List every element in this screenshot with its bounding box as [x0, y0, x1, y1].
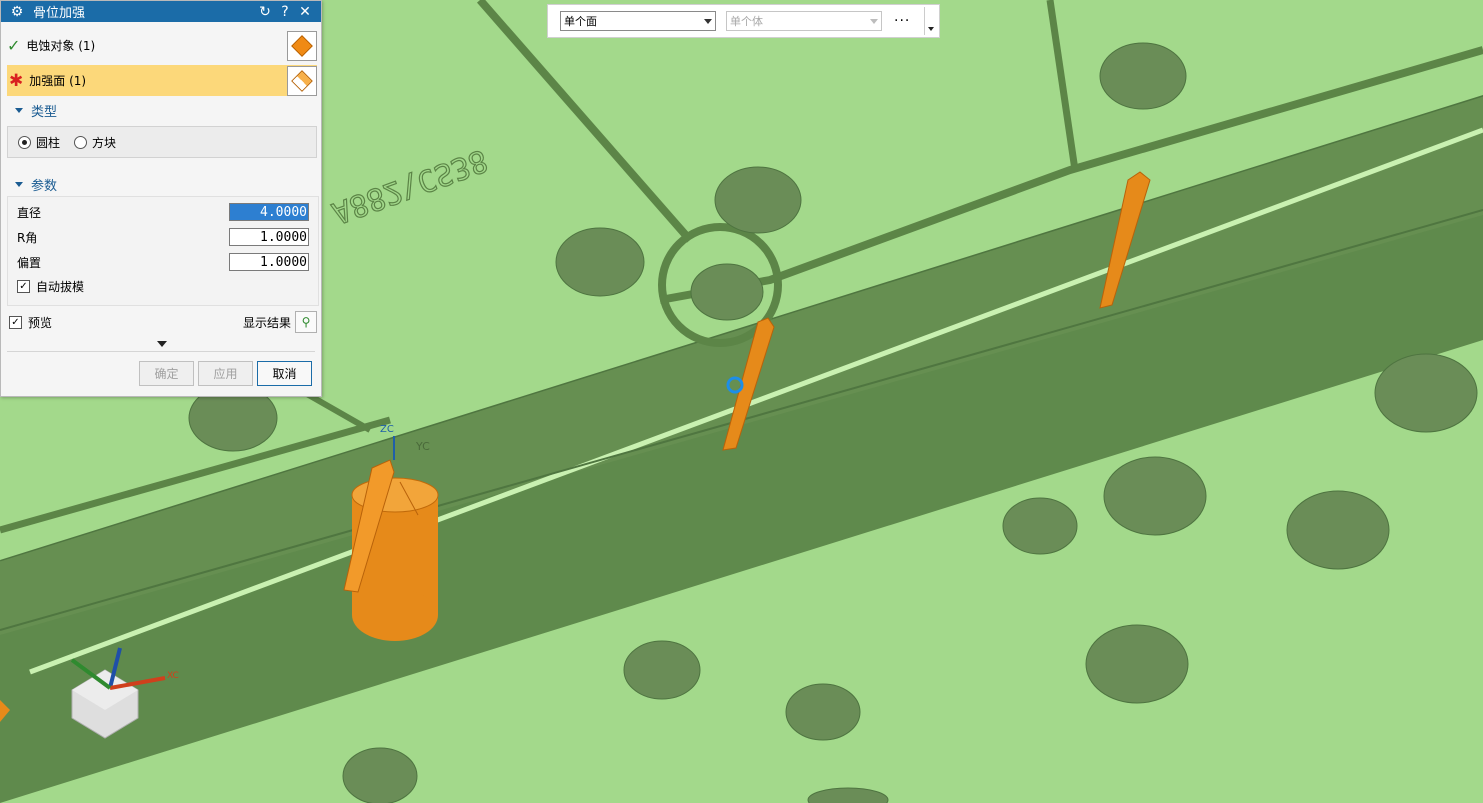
type-section-header[interactable]: 类型	[7, 101, 317, 120]
toolbar-overflow-icon[interactable]	[928, 27, 935, 31]
type-block-radio[interactable]: 方块	[74, 134, 116, 151]
ok-button[interactable]: 确定	[139, 361, 194, 386]
settings-icon[interactable]: ⚙	[7, 4, 27, 20]
auto-draft-row[interactable]: ✓ 自动拔模	[17, 275, 309, 297]
body-filter-dropdown[interactable]: 单个体	[726, 11, 882, 31]
offset-input[interactable]	[229, 253, 309, 271]
r-angle-label: R角	[17, 230, 38, 245]
check-icon: ✓	[7, 36, 21, 55]
svg-text:XC: XC	[167, 671, 179, 681]
diameter-input[interactable]	[229, 203, 309, 221]
reinforce-face-row[interactable]: ✱ 加强面 (1)	[7, 65, 317, 96]
type-options: 圆柱 方块	[7, 126, 317, 158]
collapse-icon	[15, 108, 23, 113]
show-result-label: 显示结果	[242, 315, 291, 330]
selection-filter-bar: 单个面 单个体 ···	[547, 4, 940, 38]
params-section-title: 参数	[31, 179, 58, 194]
diameter-label: 直径	[17, 205, 42, 220]
preview-row: ✓ 预览 显示结果 ⚲	[9, 311, 317, 333]
offset-row: 偏置	[17, 251, 309, 273]
close-icon[interactable]: ✕	[295, 4, 315, 20]
rib-3-cylinder[interactable]	[343, 459, 439, 641]
face-filter-dropdown[interactable]: 单个面	[560, 11, 716, 31]
chevron-down-icon	[870, 18, 878, 24]
auto-draft-checkbox[interactable]: ✓	[17, 279, 30, 293]
reinforce-face-label: 加强面 (1)	[29, 74, 87, 88]
magnifier-icon[interactable]: ⚲	[295, 311, 317, 333]
preview-label: 预览	[28, 315, 53, 330]
zc-label: ZC	[380, 424, 394, 435]
expand-more-icon[interactable]	[157, 341, 167, 347]
select-object-label: 电蚀对象 (1)	[26, 39, 96, 53]
help-icon[interactable]: ?	[275, 4, 295, 20]
offset-label: 偏置	[17, 255, 42, 270]
yc-label: YC	[415, 440, 430, 453]
params-section-header[interactable]: 参数	[7, 175, 317, 194]
type-cylinder-radio[interactable]: 圆柱	[18, 134, 60, 151]
collapse-icon	[15, 182, 23, 187]
type-section-title: 类型	[31, 105, 58, 120]
dialog-title-bar[interactable]: ⚙ 骨位加强 ↻ ? ✕	[1, 1, 321, 22]
select-face-button[interactable]	[287, 65, 317, 96]
r-angle-row: R角	[17, 226, 309, 248]
apply-button[interactable]: 应用	[198, 361, 253, 386]
cancel-button[interactable]: 取消	[257, 361, 312, 386]
diameter-row: 直径	[17, 201, 309, 223]
reset-icon[interactable]: ↻	[255, 4, 275, 20]
required-asterisk-icon: ✱	[9, 70, 24, 91]
preview-checkbox[interactable]: ✓	[9, 315, 22, 329]
reinforce-rib-dialog: ⚙ 骨位加强 ↻ ? ✕ ✓ 电蚀对象 (1) ✱ 加强面 (1) 类型 圆柱 …	[0, 0, 322, 397]
more-options-icon[interactable]: ···	[894, 13, 910, 29]
r-angle-input[interactable]	[229, 228, 309, 246]
chevron-down-icon	[704, 18, 712, 24]
select-body-button[interactable]	[287, 30, 317, 61]
select-object-row[interactable]: ✓ 电蚀对象 (1)	[7, 30, 317, 61]
dialog-title: 骨位加强	[33, 6, 86, 21]
auto-draft-label: 自动拔模	[36, 279, 85, 294]
